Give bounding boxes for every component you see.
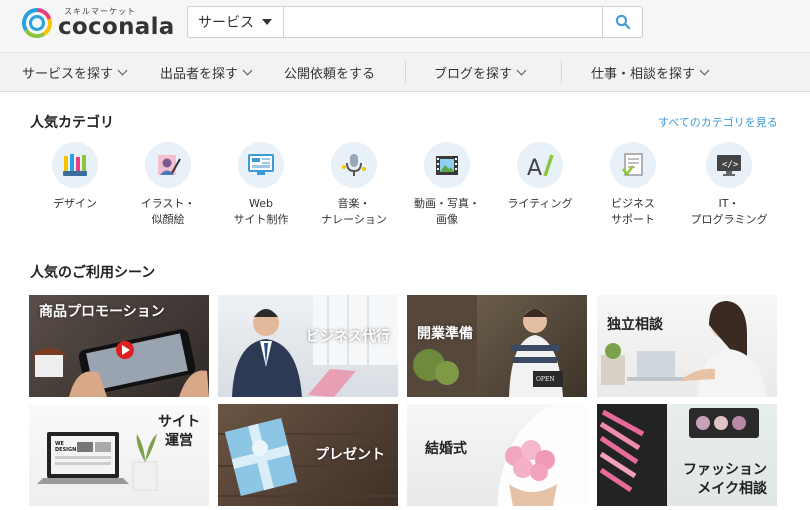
nav-item-find-services[interactable]: サービスを探す — [22, 53, 128, 91]
site-header: スキルマーケット coconala サービス — [0, 0, 810, 52]
category-illustration[interactable]: イラスト・ 似顔絵 — [123, 142, 213, 228]
scene-tile-label: 結婚式 — [425, 441, 467, 457]
nav-item-label: 出品者を探す — [160, 66, 239, 82]
popular-scenes-title: 人気のご利用シーン — [30, 265, 156, 281]
category-music[interactable]: 音楽・ ナレーション — [309, 142, 399, 228]
shop-owner-photo — [407, 295, 563, 397]
scene-tile-label: ビジネス代行 — [306, 329, 390, 345]
search-icon — [615, 14, 630, 30]
category-video-photo[interactable]: 動画・写真・ 画像 — [402, 142, 492, 228]
chevron-down-icon — [242, 65, 253, 75]
main-nav: サービスを探す 出品者を探す 公開依頼をする ブログを探す 仕事・相談を探す — [0, 52, 810, 92]
scene-tile-label: ファッション — [683, 462, 767, 478]
scene-tile-label: 独立相談 — [607, 317, 663, 333]
search-category-label: サービス — [198, 15, 254, 31]
writing-icon: A — [517, 142, 563, 188]
search-category-select[interactable]: サービス — [188, 7, 284, 37]
microphone-icon — [331, 142, 377, 188]
category-label: デザイン — [53, 197, 97, 210]
svg-text:A: A — [527, 156, 542, 179]
chevron-down-icon — [516, 65, 527, 75]
scene-tile-business-agency[interactable]: ビジネス代行 — [218, 295, 398, 397]
scene-tile-label: 開業準備 — [417, 326, 473, 342]
category-label: イラスト・ — [140, 197, 196, 210]
category-label: サポート — [611, 213, 655, 226]
nav-divider — [561, 61, 562, 83]
svg-text:</>: </> — [722, 160, 739, 170]
nav-item-find-sellers[interactable]: 出品者を探す — [160, 53, 253, 91]
chevron-down-icon — [699, 65, 710, 75]
logo-wordmark: coconala — [58, 14, 175, 40]
search-button[interactable] — [602, 7, 642, 37]
scene-tile-wedding[interactable]: 結婚式 — [407, 404, 587, 506]
search-bar: サービス — [187, 6, 643, 38]
web-design-screen-text: WE DESIGN — [55, 441, 77, 453]
category-label: Web — [249, 197, 273, 210]
document-check-icon — [610, 142, 656, 188]
popular-categories-title: 人気カテゴリ — [30, 115, 114, 131]
category-label: ライティング — [507, 197, 573, 210]
nav-item-find-jobs[interactable]: 仕事・相談を探す — [591, 53, 710, 91]
nav-item-label: サービスを探す — [22, 66, 114, 82]
scene-tile-label: プレゼント — [315, 447, 385, 463]
film-icon — [424, 142, 470, 188]
open-sign-text: OPEN — [536, 376, 555, 383]
category-label: 画像 — [436, 213, 458, 226]
code-monitor-icon: </> — [706, 142, 752, 188]
category-label: 動画・写真・ — [414, 197, 480, 210]
nav-item-label: ブログを探す — [434, 66, 513, 82]
web-icon — [238, 142, 284, 188]
scene-tile-label: サイト — [158, 414, 200, 430]
search-input[interactable] — [285, 7, 603, 37]
chevron-down-icon — [117, 65, 128, 75]
coconala-logo[interactable]: スキルマーケット coconala — [22, 6, 175, 46]
nav-item-find-blogs[interactable]: ブログを探す — [434, 53, 527, 91]
category-label: サイト制作 — [233, 213, 289, 226]
category-it-programming[interactable]: </> IT・ プログラミング — [684, 142, 774, 228]
scene-tile-label: 運営 — [165, 433, 193, 449]
see-all-categories-link[interactable]: すべてのカテゴリを見る — [658, 114, 778, 130]
scene-tile-present[interactable]: プレゼント — [218, 404, 398, 506]
scene-tile-fashion-makeup[interactable]: ファッション メイク相談 — [597, 404, 777, 506]
nav-divider — [405, 61, 406, 83]
nav-item-label: 仕事・相談を探す — [591, 66, 696, 82]
scene-tile-product-promotion[interactable]: 商品プロモーション — [29, 295, 209, 397]
category-business-support[interactable]: ビジネス サポート — [588, 142, 678, 228]
scene-tile-label: メイク相談 — [697, 481, 767, 497]
category-design[interactable]: デザイン — [30, 142, 120, 212]
category-label: IT・ — [718, 197, 740, 210]
scene-tile-site-management[interactable]: WE DESIGN サイト 運営 — [29, 404, 209, 506]
category-label: ビジネス — [611, 197, 655, 210]
nav-item-label: 公開依頼をする — [284, 66, 376, 82]
design-icon — [52, 142, 98, 188]
caret-down-icon — [262, 19, 272, 25]
category-label: プログラミング — [690, 213, 768, 226]
scene-tile-label: 商品プロモーション — [39, 304, 165, 320]
scene-tile-business-opening[interactable]: OPEN 開業準備 — [407, 295, 587, 397]
category-label: 似顔絵 — [151, 213, 185, 226]
scene-tile-independence-consultation[interactable]: 独立相談 — [597, 295, 777, 397]
category-label: 音楽・ — [337, 197, 371, 210]
category-label: ナレーション — [321, 213, 387, 226]
woman-laptop-photo — [601, 301, 767, 397]
category-writing[interactable]: A ライティング — [495, 142, 585, 212]
coconala-logo-mark-icon — [22, 8, 52, 38]
category-web[interactable]: Web サイト制作 — [216, 142, 306, 228]
illustration-icon — [145, 142, 191, 188]
nav-item-post-request[interactable]: 公開依頼をする — [284, 53, 375, 91]
